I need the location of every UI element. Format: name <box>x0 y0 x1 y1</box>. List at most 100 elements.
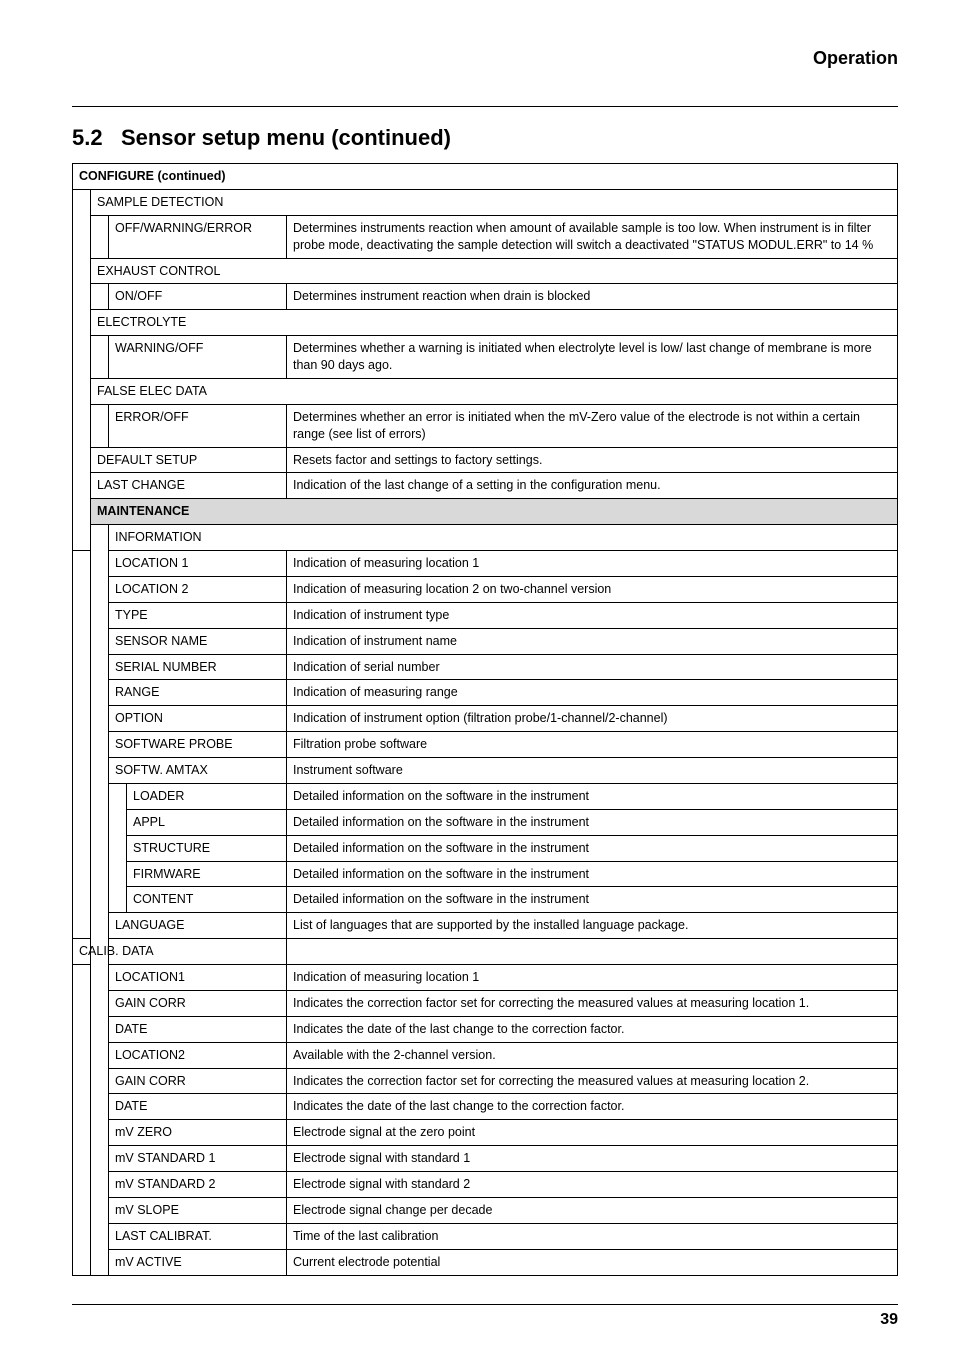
label-on-off: ON/OFF <box>109 284 287 310</box>
desc-option: Indication of instrument option (filtrat… <box>287 706 898 732</box>
label-default-setup: DEFAULT SETUP <box>91 447 287 473</box>
desc-mv-zero: Electrode signal at the zero point <box>287 1120 898 1146</box>
group-configure: CONFIGURE (continued) <box>73 164 898 190</box>
desc-softw-amtax: Instrument software <box>287 758 898 784</box>
row-sample-detection: SAMPLE DETECTION <box>91 189 898 215</box>
label-gain-corr-2: GAIN CORR <box>109 1068 287 1094</box>
desc-last-calibrat: Time of the last calibration <box>287 1223 898 1249</box>
desc-date-1: Indicates the date of the last change to… <box>287 1016 898 1042</box>
desc-software-probe: Filtration probe software <box>287 732 898 758</box>
table-row: LOCATION 1 Indication of measuring locat… <box>73 551 898 577</box>
label-appl: APPL <box>127 809 287 835</box>
label-mv-zero: mV ZERO <box>109 1120 287 1146</box>
desc-serial-number: Indication of serial number <box>287 654 898 680</box>
table-row: SENSOR NAME Indication of instrument nam… <box>73 628 898 654</box>
table-row: OFF/WARNING/ERROR Determines instruments… <box>73 215 898 258</box>
table-row: ON/OFF Determines instrument reaction wh… <box>73 284 898 310</box>
label-option: OPTION <box>109 706 287 732</box>
table-row: ERROR/OFF Determines whether an error is… <box>73 404 898 447</box>
table-row: mV SLOPE Electrode signal change per dec… <box>73 1197 898 1223</box>
desc-exhaust-control: Determines instrument reaction when drai… <box>287 284 898 310</box>
label-mv-active: mV ACTIVE <box>109 1249 287 1275</box>
desc-mv-slope: Electrode signal change per decade <box>287 1197 898 1223</box>
label-mv-standard-1: mV STANDARD 1 <box>109 1146 287 1172</box>
table-row: CONFIGURE (continued) <box>73 164 898 190</box>
table-row: STRUCTURE Detailed information on the so… <box>73 835 898 861</box>
desc-mv-active: Current electrode potential <box>287 1249 898 1275</box>
configuration-table: CONFIGURE (continued) SAMPLE DETECTION O… <box>72 163 898 1276</box>
label-language: LANGUAGE <box>109 913 287 939</box>
table-row: SOFTWARE PROBE Filtration probe software <box>73 732 898 758</box>
desc-gain-corr-2: Indicates the correction factor set for … <box>287 1068 898 1094</box>
label-cd-location2: LOCATION2 <box>109 1042 287 1068</box>
header-category: Operation <box>813 48 898 69</box>
table-row: DATE Indicates the date of the last chan… <box>73 1016 898 1042</box>
desc-mv-standard-1: Electrode signal with standard 1 <box>287 1146 898 1172</box>
label-location2: LOCATION 2 <box>109 576 287 602</box>
label-loader: LOADER <box>127 783 287 809</box>
desc-last-change: Indication of the last change of a setti… <box>287 473 898 499</box>
table-row: ELECTROLYTE <box>73 310 898 336</box>
page-footer: 39 <box>72 1304 898 1329</box>
desc-appl: Detailed information on the software in … <box>287 809 898 835</box>
label-range: RANGE <box>109 680 287 706</box>
label-error-off: ERROR/OFF <box>109 404 287 447</box>
section-title: Sensor setup menu (continued) <box>121 125 451 150</box>
table-row: DATE Indicates the date of the last chan… <box>73 1094 898 1120</box>
desc-cd-location1: Indication of measuring location 1 <box>287 965 898 991</box>
table-row: mV ZERO Electrode signal at the zero poi… <box>73 1120 898 1146</box>
desc-electrolyte: Determines whether a warning is initiate… <box>287 336 898 379</box>
label-serial-number: SERIAL NUMBER <box>109 654 287 680</box>
table-row: TYPE Indication of instrument type <box>73 602 898 628</box>
table-row: LAST CHANGE Indication of the last chang… <box>73 473 898 499</box>
row-information: INFORMATION <box>109 525 898 551</box>
label-cd-location1: LOCATION1 <box>109 965 287 991</box>
row-electrolyte: ELECTROLYTE <box>91 310 898 336</box>
section-heading: 5.2 Sensor setup menu (continued) <box>72 125 898 151</box>
label-content: CONTENT <box>127 887 287 913</box>
table-row: SAMPLE DETECTION <box>73 189 898 215</box>
table-row: LOADER Detailed information on the softw… <box>73 783 898 809</box>
table-row: LOCATION 2 Indication of measuring locat… <box>73 576 898 602</box>
label-last-calibrat: LAST CALIBRAT. <box>109 1223 287 1249</box>
desc-language: List of languages that are supported by … <box>287 913 898 939</box>
table-row: mV STANDARD 2 Electrode signal with stan… <box>73 1172 898 1198</box>
desc-type: Indication of instrument type <box>287 602 898 628</box>
page-container: Operation 5.2 Sensor setup menu (continu… <box>0 0 954 1369</box>
footer-rule <box>72 1304 898 1305</box>
label-software-probe: SOFTWARE PROBE <box>109 732 287 758</box>
page-number: 39 <box>72 1311 898 1329</box>
table-row: mV STANDARD 1 Electrode signal with stan… <box>73 1146 898 1172</box>
desc-firmware: Detailed information on the software in … <box>287 861 898 887</box>
desc-range: Indication of measuring range <box>287 680 898 706</box>
desc-location1: Indication of measuring location 1 <box>287 551 898 577</box>
row-calib-data: CALIB. DATA <box>73 939 287 965</box>
label-type: TYPE <box>109 602 287 628</box>
table-row: CONTENT Detailed information on the soft… <box>73 887 898 913</box>
table-row: LOCATION2 Available with the 2-channel v… <box>73 1042 898 1068</box>
table-row: CALIB. DATA <box>73 939 898 965</box>
row-exhaust-control: EXHAUST CONTROL <box>91 258 898 284</box>
desc-loader: Detailed information on the software in … <box>287 783 898 809</box>
label-warning-off: WARNING/OFF <box>109 336 287 379</box>
row-false-elec: FALSE ELEC DATA <box>91 378 898 404</box>
label-mv-standard-2: mV STANDARD 2 <box>109 1172 287 1198</box>
table-row: WARNING/OFF Determines whether a warning… <box>73 336 898 379</box>
desc-cd-location2: Available with the 2-channel version. <box>287 1042 898 1068</box>
group-maintenance: MAINTENANCE <box>91 499 898 525</box>
desc-sensor-name: Indication of instrument name <box>287 628 898 654</box>
table-row: FIRMWARE Detailed information on the sof… <box>73 861 898 887</box>
label-location1: LOCATION 1 <box>109 551 287 577</box>
label-date-2: DATE <box>109 1094 287 1120</box>
table-row: FALSE ELEC DATA <box>73 378 898 404</box>
desc-false-elec: Determines whether an error is initiated… <box>287 404 898 447</box>
label-sensor-name: SENSOR NAME <box>109 628 287 654</box>
desc-structure: Detailed information on the software in … <box>287 835 898 861</box>
desc-content: Detailed information on the software in … <box>287 887 898 913</box>
label-mv-slope: mV SLOPE <box>109 1197 287 1223</box>
section-number: 5.2 <box>72 125 103 150</box>
desc-location2: Indication of measuring location 2 on tw… <box>287 576 898 602</box>
page-header: Operation <box>72 48 898 102</box>
table-row: SOFTW. AMTAX Instrument software <box>73 758 898 784</box>
table-row: EXHAUST CONTROL <box>73 258 898 284</box>
